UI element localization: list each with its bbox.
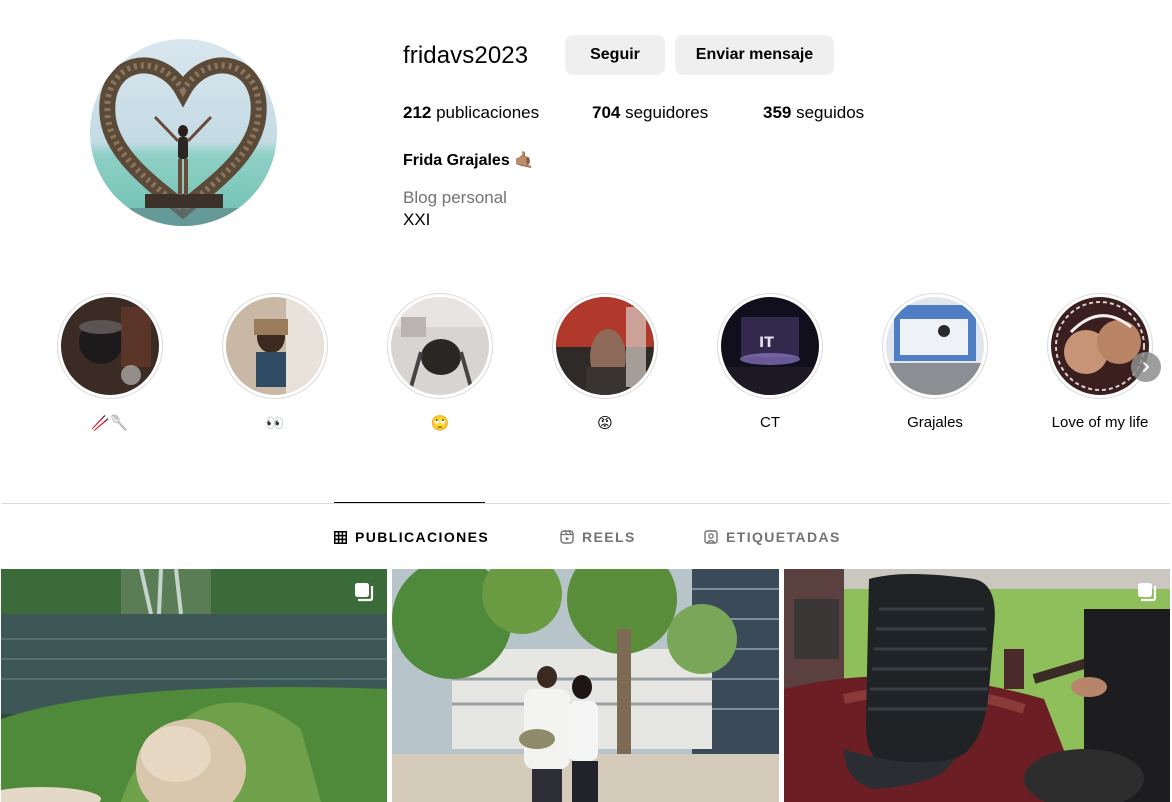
carousel-icon xyxy=(355,583,374,602)
following-label: seguidos xyxy=(791,103,865,122)
tagged-icon xyxy=(704,530,718,544)
highlight-cover xyxy=(886,297,984,395)
profile-avatar[interactable] xyxy=(90,39,277,226)
highlight-label: 🥢🥄 xyxy=(91,415,129,432)
highlight-label: Grajales xyxy=(907,414,963,431)
tab-reels[interactable]: REELS xyxy=(560,527,636,547)
full-name-text: Frida Grajales xyxy=(403,152,510,169)
profile-username: fridavs2023 xyxy=(403,42,529,69)
highlight-cover xyxy=(61,297,159,395)
followers-label: seguidores xyxy=(620,103,709,122)
highlight-label: CT xyxy=(760,414,780,431)
full-name-emoji: 🤙🏽 xyxy=(514,152,535,169)
tab-publicaciones[interactable]: PUBLICACIONES xyxy=(334,527,489,547)
reels-icon xyxy=(560,530,574,544)
highlight-cover xyxy=(391,297,489,395)
highlight-cover xyxy=(1051,297,1149,395)
posts-count: 212 xyxy=(403,103,432,122)
post-thumbnail[interactable] xyxy=(784,569,1170,802)
followers-count: 704 xyxy=(592,103,621,122)
highlights-next-button[interactable] xyxy=(1131,352,1161,382)
follow-button[interactable]: Seguir xyxy=(565,35,665,75)
send-message-button[interactable]: Enviar mensaje xyxy=(675,35,834,75)
following-count: 359 xyxy=(763,103,792,122)
highlight-item[interactable]: 🥢🥄 xyxy=(57,293,163,432)
chevron-right-icon xyxy=(1143,362,1149,372)
highlight-item[interactable]: IT CT xyxy=(717,293,823,431)
highlight-item[interactable]: 😡 xyxy=(552,293,658,432)
highlight-cover: IT xyxy=(721,297,819,395)
profile-full-name: Frida Grajales 🤙🏽 xyxy=(403,150,534,170)
highlight-item[interactable]: Grajales xyxy=(882,293,988,431)
tabs-divider xyxy=(2,503,1170,504)
tab-label: REELS xyxy=(582,529,636,545)
svg-text:IT: IT xyxy=(759,335,774,351)
highlight-label: Love of my life xyxy=(1051,414,1149,431)
highlight-label: 👀 xyxy=(265,415,285,432)
highlight-cover xyxy=(226,297,324,395)
profile-category: Blog personal xyxy=(403,188,507,207)
tab-label: PUBLICACIONES xyxy=(355,529,490,545)
active-tab-indicator xyxy=(334,502,485,503)
following-count-stat[interactable]: 359 seguidos xyxy=(763,103,864,123)
highlight-label: 😡 xyxy=(597,415,613,432)
post-thumbnail[interactable] xyxy=(392,569,779,802)
highlight-item[interactable]: Love of my life xyxy=(1047,293,1153,431)
highlight-item[interactable]: 🙄 xyxy=(387,293,493,432)
highlight-label: 🙄 xyxy=(430,415,450,432)
followers-count-stat[interactable]: 704 seguidores xyxy=(592,103,708,123)
profile-bio: XXI xyxy=(403,210,431,229)
posts-count-stat: 212 publicaciones xyxy=(403,103,539,123)
post-thumbnail[interactable] xyxy=(1,569,387,802)
grid-icon xyxy=(334,530,347,544)
posts-label: publicaciones xyxy=(431,103,540,122)
tab-label: ETIQUETADAS xyxy=(726,529,841,545)
tab-etiquetadas[interactable]: ETIQUETADAS xyxy=(704,527,841,547)
highlight-cover xyxy=(556,297,654,395)
carousel-icon xyxy=(1138,583,1157,602)
highlight-item[interactable]: 👀 xyxy=(222,293,328,432)
